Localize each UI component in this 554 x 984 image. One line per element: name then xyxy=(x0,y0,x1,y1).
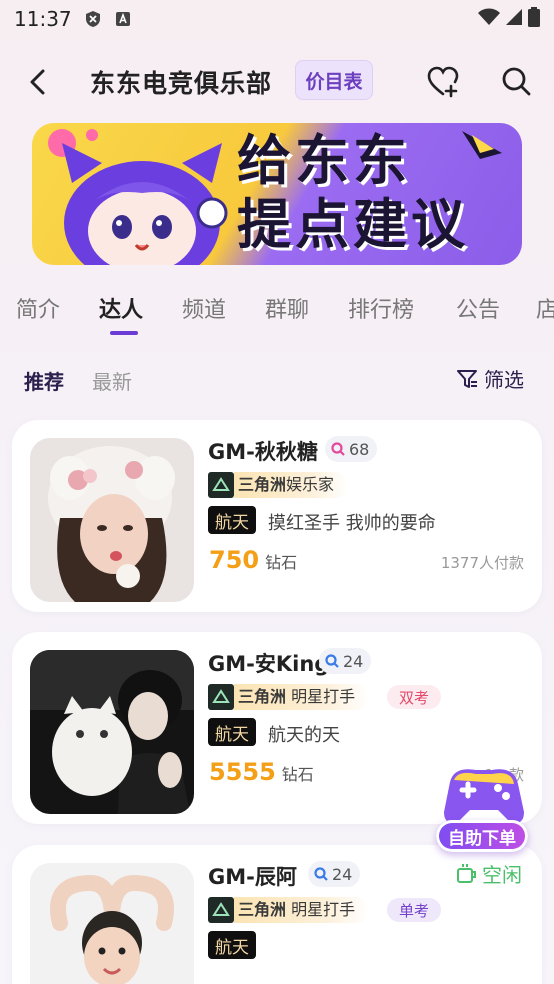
wifi-icon xyxy=(478,8,500,30)
self-order-label: 自助下单 xyxy=(436,820,528,852)
expert-name: GM-辰阿 xyxy=(208,865,297,889)
tab-channels[interactable]: 频道 xyxy=(182,292,226,324)
level-icon xyxy=(314,867,328,881)
level-value: 24 xyxy=(332,864,353,884)
tab-bar: 简介 达人 频道 群聊 排行榜 公告 店 xyxy=(0,292,554,340)
team-game: 三角洲 xyxy=(238,687,287,706)
subtab-recommend[interactable]: 推荐 xyxy=(24,366,64,395)
price-value: 750 xyxy=(209,546,260,574)
level-badge: 68 xyxy=(325,436,378,462)
expert-card[interactable]: GM-秋秋糖 68 三角洲娱乐家 航天 摸红圣手 我帅的要命 750 钻石 13… xyxy=(12,420,542,612)
team-logo-icon xyxy=(208,684,234,710)
signal-icon xyxy=(506,8,522,30)
app-notification-icon xyxy=(114,10,132,28)
level-icon xyxy=(325,654,339,668)
team-logo-icon xyxy=(208,897,234,923)
game-tag: 航天 xyxy=(208,931,256,959)
back-button[interactable] xyxy=(22,66,54,98)
level-value: 24 xyxy=(343,651,364,671)
exam-tag: 双考 xyxy=(387,685,442,709)
expert-name: GM-安King xyxy=(208,652,330,676)
game-tag: 航天 xyxy=(208,506,256,534)
page-title: 东东电竞俱乐部 xyxy=(90,69,273,98)
shield-icon xyxy=(84,10,102,28)
status-bar: 11:37 xyxy=(0,0,554,38)
expert-description: 航天的天 xyxy=(268,725,340,746)
tab-active-indicator xyxy=(110,331,138,335)
status-time: 11:37 xyxy=(14,7,72,31)
self-order-button[interactable]: 自助下单 xyxy=(432,760,530,860)
team-game: 三角洲 xyxy=(238,900,287,919)
team-game: 三角洲 xyxy=(238,475,287,494)
team-title: 娱乐家 xyxy=(286,475,335,494)
idle-status: 空闲 xyxy=(456,859,522,888)
feedback-banner[interactable]: 给东东 提点建议 xyxy=(32,123,522,265)
paid-count: 1377人付款 xyxy=(440,554,524,572)
banner-line-1: 给东东 xyxy=(237,129,411,192)
search-button[interactable] xyxy=(499,64,533,98)
tab-announcements[interactable]: 公告 xyxy=(456,292,500,324)
sub-tab-bar: 推荐 最新 筛选 xyxy=(0,364,554,396)
coffee-cup-icon xyxy=(457,863,476,883)
battery-icon xyxy=(528,7,540,31)
filter-button[interactable]: 筛选 xyxy=(456,364,524,393)
search-icon xyxy=(502,67,531,96)
price: 750 钻石 xyxy=(209,546,297,574)
level-badge: 24 xyxy=(319,648,372,674)
level-icon xyxy=(331,442,345,456)
tab-store[interactable]: 店 xyxy=(536,292,554,324)
tab-intro[interactable]: 简介 xyxy=(16,292,60,324)
subtab-latest[interactable]: 最新 xyxy=(92,366,132,395)
price-value: 5555 xyxy=(209,758,276,786)
idle-label: 空闲 xyxy=(482,863,522,887)
team-title: 明星打手 xyxy=(291,687,356,706)
game-tag: 航天 xyxy=(208,718,256,746)
exam-tag: 单考 xyxy=(387,898,442,922)
avatar xyxy=(30,438,194,602)
filter-icon xyxy=(457,369,477,388)
top-bar: 东东电竞俱乐部 价目表 xyxy=(0,52,554,110)
level-badge: 24 xyxy=(308,861,361,887)
price: 5555 钻石 xyxy=(209,758,314,786)
chevron-left-icon xyxy=(30,69,45,95)
team-title: 明星打手 xyxy=(291,900,356,919)
expert-description: 摸红圣手 我帅的要命 xyxy=(268,513,436,534)
price-list-button[interactable]: 价目表 xyxy=(295,60,373,100)
avatar xyxy=(30,863,194,984)
price-unit: 钻石 xyxy=(265,553,298,572)
level-value: 68 xyxy=(349,439,370,459)
tab-ranking[interactable]: 排行榜 xyxy=(348,292,414,324)
tab-group-chat[interactable]: 群聊 xyxy=(265,292,309,324)
banner-line-2: 提点建议 xyxy=(237,193,469,256)
expert-card[interactable]: GM-辰阿 24 空闲 三角洲 明星打手 单考 航天 xyxy=(12,845,542,984)
team-badge: 三角洲娱乐家 xyxy=(208,472,349,498)
team-badge: 三角洲 明星打手 xyxy=(208,684,370,710)
expert-name: GM-秋秋糖 xyxy=(208,440,318,464)
team-badge: 三角洲 明星打手 xyxy=(208,897,370,923)
avatar xyxy=(30,650,194,814)
filter-label: 筛选 xyxy=(484,368,524,392)
team-logo-icon xyxy=(208,472,234,498)
tab-experts[interactable]: 达人 xyxy=(99,292,143,324)
heart-plus-icon xyxy=(427,66,459,98)
follow-button[interactable] xyxy=(426,65,460,99)
price-unit: 钻石 xyxy=(281,765,314,784)
